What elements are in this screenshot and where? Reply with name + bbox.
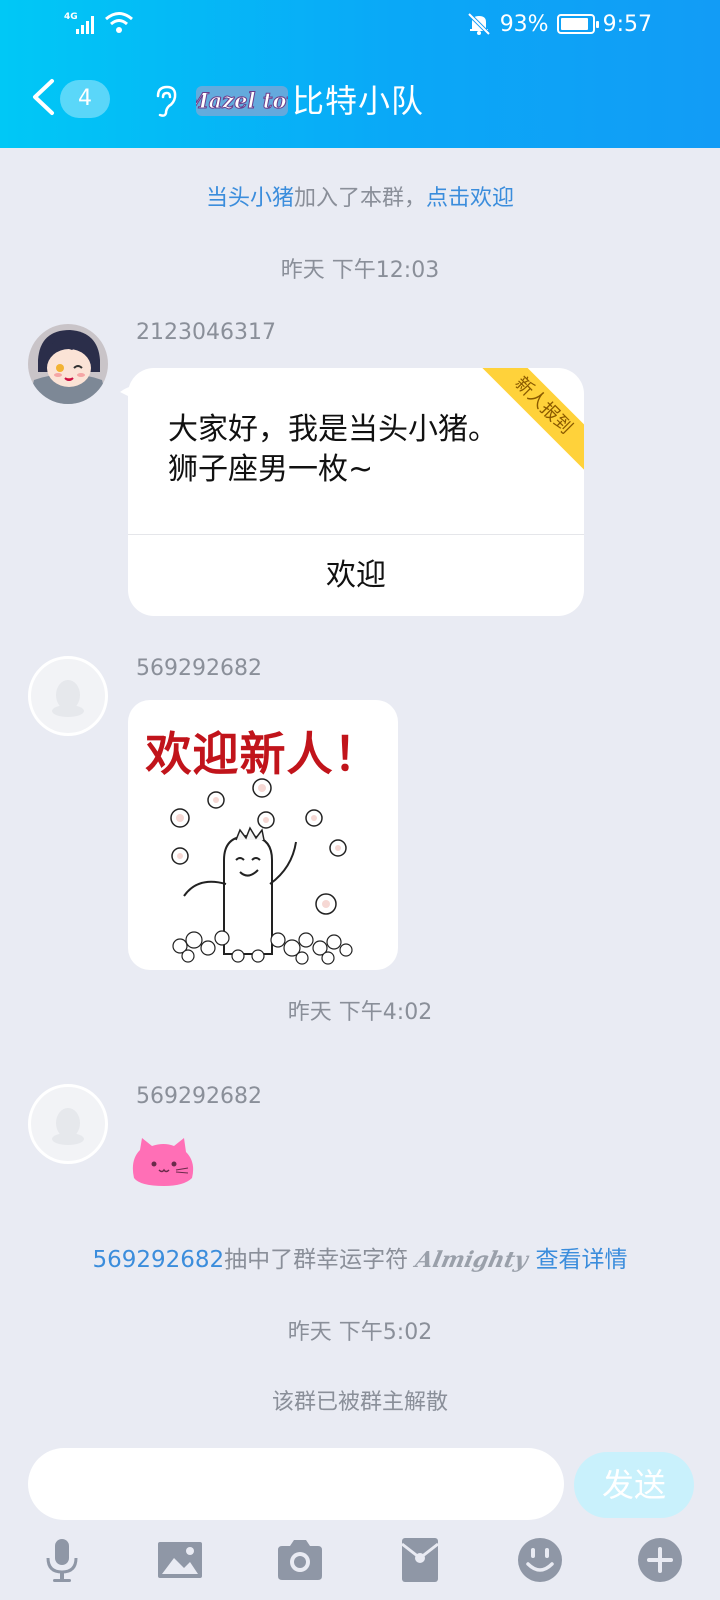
avatar[interactable] (28, 1084, 108, 1164)
card-line-2: 狮子座男一枚~ (168, 452, 374, 487)
camera-icon[interactable] (276, 1536, 324, 1584)
chat-header: 4G 93% 9:57 4 Mazel tov (0, 0, 720, 148)
group-title[interactable]: 比特小队 (292, 76, 424, 122)
new-member-link[interactable]: 当头小猪 (206, 186, 294, 211)
avatar[interactable] (28, 656, 108, 736)
lucky-user-link[interactable]: 569292682 (92, 1247, 224, 1273)
default-penguin-avatar-icon (52, 1108, 84, 1145)
status-bar: 4G 93% 9:57 (0, 0, 720, 48)
click-welcome-link[interactable]: 点击欢迎 (426, 186, 514, 211)
join-notice: 当头小猪加入了本群，点击欢迎 (0, 180, 720, 212)
send-button[interactable]: 发送 (574, 1452, 694, 1518)
join-notice-text: 加入了本群， (293, 186, 426, 211)
sticker-caption: 欢迎新人！ (145, 727, 381, 781)
sender-name: 569292682 (136, 1084, 262, 1109)
mute-bell-icon (467, 12, 491, 36)
sender-name: 569292682 (136, 656, 262, 681)
message-input[interactable] (28, 1448, 564, 1520)
sender-name: 2123046317 (136, 320, 276, 345)
emoji-icon[interactable] (516, 1536, 564, 1584)
default-penguin-avatar-icon (52, 680, 84, 717)
cellular-signal-icon: 4G (62, 10, 102, 36)
battery-percent: 93% (499, 11, 549, 37)
earpiece-mode-icon[interactable] (150, 84, 180, 118)
card-divider (128, 534, 584, 535)
image-icon[interactable] (156, 1536, 204, 1584)
back-chevron-icon[interactable] (30, 78, 56, 116)
avatar[interactable] (28, 324, 108, 404)
new-member-card: 新人报到 大家好，我是当头小猪。 狮子座男一枚~ 欢迎 (128, 368, 584, 616)
pink-cat-emoji[interactable] (128, 1132, 198, 1188)
group-dissolved-notice: 该群已被群主解散 (271, 1390, 448, 1415)
card-text: 大家好，我是当头小猪。 狮子座男一枚~ (168, 410, 498, 490)
mazel-tov-logo: Mazel tov (196, 86, 288, 116)
lucky-word-notice: 569292682抽中了群幸运字符 Almighty 查看详情 (0, 1240, 720, 1274)
plus-icon[interactable] (636, 1536, 684, 1584)
battery-icon (556, 14, 599, 34)
svg-text:Mazel tov: Mazel tov (196, 88, 288, 113)
timestamp: 昨天 下午12:03 (280, 258, 440, 283)
lucky-text: 抽中了群幸运字符 (224, 1247, 409, 1273)
timestamp: 昨天 下午4:02 (287, 1000, 433, 1025)
microphone-icon[interactable] (38, 1536, 86, 1584)
wifi-icon (105, 12, 133, 33)
view-details-link[interactable]: 查看详情 (536, 1247, 628, 1273)
clock: 9:57 (602, 11, 652, 37)
anime-avatar-image (28, 324, 108, 404)
input-toolbar (0, 1536, 720, 1592)
card-line-1: 大家好，我是当头小猪。 (168, 412, 498, 447)
unread-count-badge[interactable]: 4 (60, 80, 110, 118)
lucky-word: Almighty (413, 1247, 531, 1273)
timestamp: 昨天 下午5:02 (287, 1320, 433, 1345)
red-packet-icon[interactable] (396, 1536, 444, 1584)
welcome-sticker[interactable]: 欢迎新人！ (128, 700, 398, 970)
welcome-button[interactable]: 欢迎 (128, 536, 584, 616)
